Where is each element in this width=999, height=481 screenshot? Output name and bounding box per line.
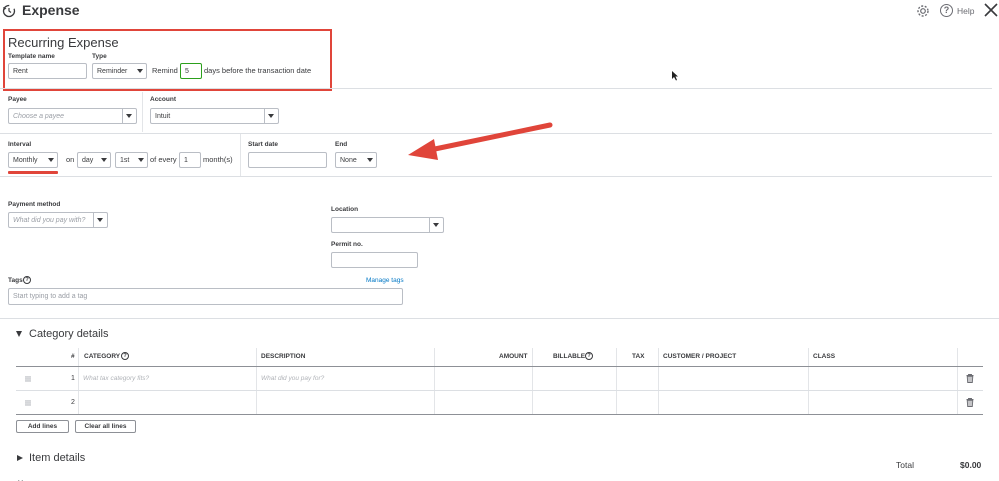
interval-label: Interval	[8, 141, 32, 148]
interval-select[interactable]: Monthly	[8, 152, 58, 168]
trash-icon[interactable]	[966, 374, 974, 383]
interval-day-select[interactable]: 1st	[115, 152, 148, 168]
total-value: $0.00	[960, 460, 982, 470]
location-label: Location	[331, 206, 359, 213]
chevron-down-icon	[433, 223, 439, 227]
type-label: Type	[92, 53, 107, 60]
col-tax: TAX	[632, 353, 645, 360]
description-cell[interactable]: What did you pay for?	[261, 375, 324, 382]
chevron-down-icon	[48, 158, 54, 162]
gear-icon[interactable]	[916, 4, 930, 18]
col-class: CLASS	[813, 353, 836, 360]
interval-count-input[interactable]: 1	[179, 152, 201, 168]
info-icon[interactable]: ?	[23, 276, 31, 284]
of-every-label: of every	[150, 155, 177, 164]
col-amount: AMOUNT	[499, 353, 528, 360]
col-customer: CUSTOMER / PROJECT	[663, 353, 737, 360]
permit-input[interactable]	[331, 252, 418, 268]
payee-select[interactable]: Choose a payee	[8, 108, 137, 124]
close-icon[interactable]	[984, 3, 998, 17]
payment-method-label: Payment method	[8, 201, 61, 208]
recurring-heading: Recurring Expense	[8, 35, 119, 50]
on-label: on	[66, 155, 75, 164]
chevron-down-icon	[126, 114, 132, 118]
collapse-triangle-icon[interactable]	[16, 331, 22, 337]
payee-label: Payee	[8, 96, 27, 103]
drag-handle-icon[interactable]	[25, 375, 31, 382]
category-details-heading: Category details	[29, 328, 109, 340]
annotation-arrow	[408, 122, 553, 160]
chevron-down-icon	[97, 218, 103, 222]
info-icon[interactable]: ?	[121, 352, 129, 360]
permit-label: Permit no.	[331, 241, 363, 248]
total-label: Total	[896, 460, 914, 470]
tags-label: Tags	[8, 277, 23, 284]
item-details-heading: Item details	[29, 452, 86, 464]
row-number: 2	[71, 399, 75, 406]
info-icon[interactable]: ?	[585, 352, 593, 360]
end-select[interactable]: None	[335, 152, 377, 168]
start-date-label: Start date	[248, 141, 278, 148]
clear-all-lines-button[interactable]: Clear all lines	[75, 420, 136, 433]
drag-handle-icon[interactable]	[25, 399, 31, 406]
col-description: DESCRIPTION	[261, 353, 306, 360]
table-row[interactable]: 1 What tax category fits? What did you p…	[16, 367, 983, 390]
manage-tags-link[interactable]: Manage tags	[366, 277, 404, 284]
payment-method-select[interactable]: What did you pay with?	[8, 212, 108, 228]
col-category: CATEGORY	[84, 353, 121, 360]
row-number: 1	[71, 375, 75, 382]
trash-icon[interactable]	[966, 398, 974, 407]
remind-days-input[interactable]: 5	[180, 63, 202, 79]
help-icon[interactable]: ?	[940, 4, 953, 17]
chevron-down-icon	[138, 158, 144, 162]
col-billable: BILLABLE	[553, 353, 586, 360]
history-icon[interactable]	[2, 4, 16, 18]
expand-triangle-icon[interactable]	[17, 455, 23, 461]
col-num: #	[71, 353, 75, 360]
chevron-down-icon	[101, 158, 107, 162]
help-link[interactable]: Help	[957, 6, 974, 16]
chevron-down-icon	[137, 69, 143, 73]
location-select[interactable]	[331, 217, 444, 233]
mouse-cursor-icon	[672, 71, 678, 81]
add-lines-button[interactable]: Add lines	[16, 420, 69, 433]
template-name-input[interactable]: Rent	[8, 63, 87, 79]
chevron-down-icon	[367, 158, 373, 162]
page-title: Expense	[22, 2, 80, 18]
template-name-label: Template name	[8, 53, 55, 60]
chevron-down-icon	[268, 114, 274, 118]
account-select[interactable]: Intuit	[150, 108, 279, 124]
account-label: Account	[150, 96, 176, 103]
start-date-input[interactable]	[248, 152, 327, 168]
interval-underline	[8, 171, 58, 174]
end-label: End	[335, 141, 348, 148]
tags-input[interactable]: Start typing to add a tag	[8, 288, 403, 305]
type-select[interactable]: Reminder	[92, 63, 147, 79]
chevron-down-icon	[18, 477, 23, 481]
remind-label: Remind	[152, 66, 178, 75]
months-label: month(s)	[203, 155, 233, 164]
table-row[interactable]: 2	[16, 391, 983, 414]
interval-unit-select[interactable]: day	[77, 152, 111, 168]
category-cell[interactable]: What tax category fits?	[83, 375, 149, 382]
remind-suffix: days before the transaction date	[204, 66, 312, 75]
